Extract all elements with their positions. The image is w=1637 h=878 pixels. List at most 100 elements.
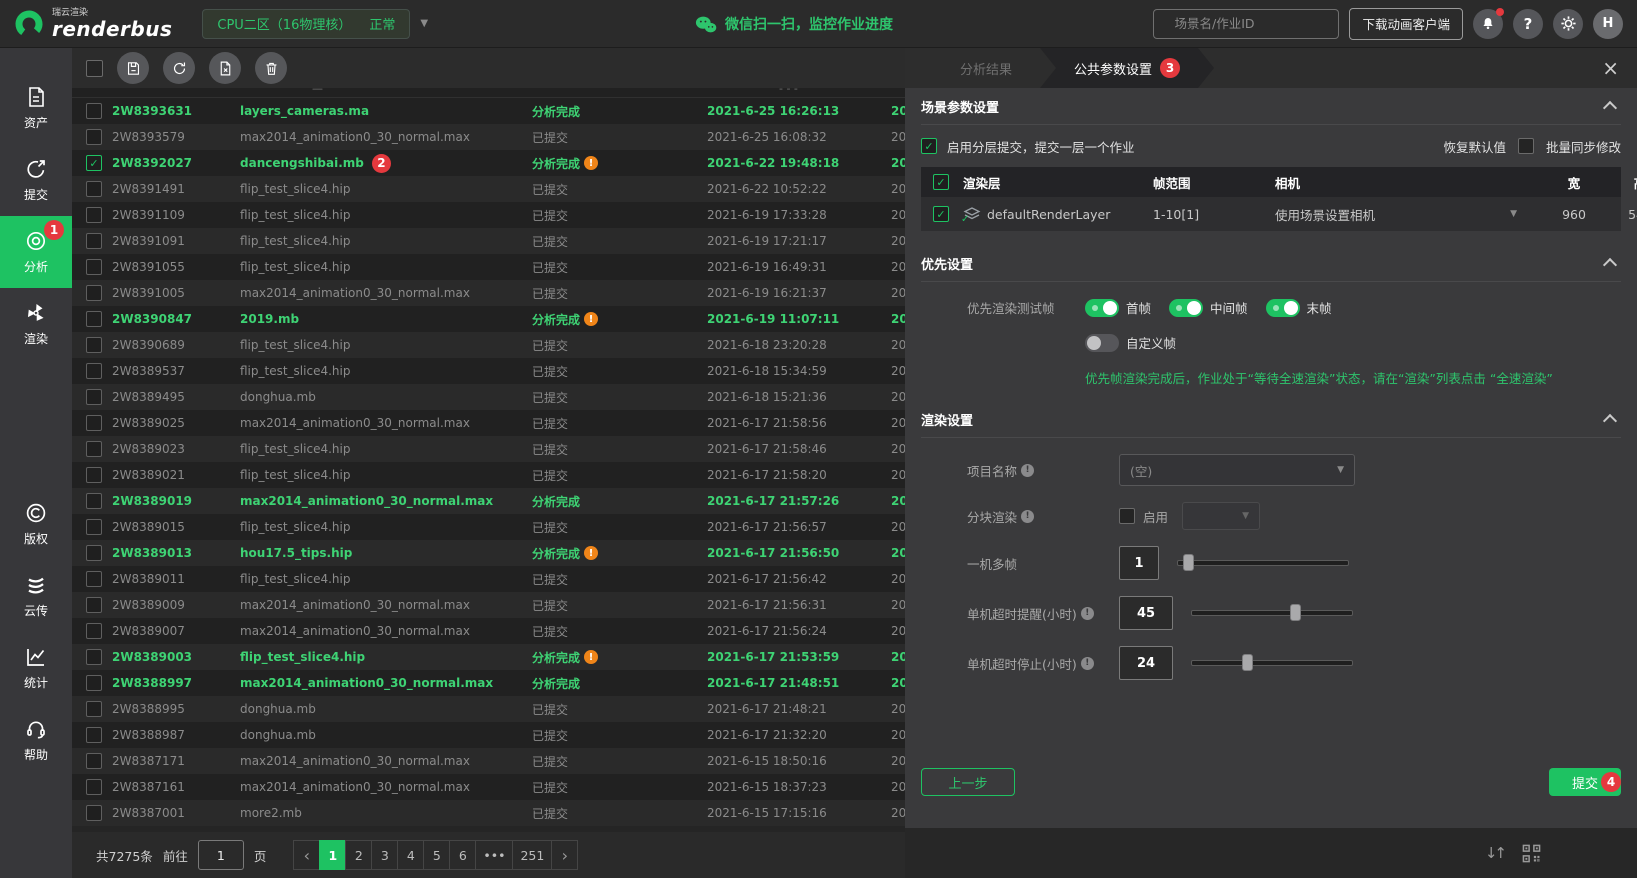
row-checkbox[interactable]	[86, 701, 102, 717]
chevron-up-icon[interactable]	[1603, 101, 1617, 115]
row-checkbox[interactable]	[86, 753, 102, 769]
download-client-button[interactable]: 下载动画客户端	[1349, 8, 1463, 40]
table-row[interactable]: 2W8391055flip_test_slice4.hip已提交2021-6-1…	[72, 254, 905, 280]
table-row[interactable]: 2W8389021flip_test_slice4.hip已提交2021-6-1…	[72, 462, 905, 488]
priority-section-header[interactable]: 优先设置	[921, 245, 1621, 282]
cancel-job-button[interactable]	[209, 52, 241, 84]
prev-page-button[interactable]: ‹	[293, 840, 320, 870]
row-checkbox[interactable]	[86, 441, 102, 457]
table-row[interactable]: 2W8389003flip_test_slice4.hip分析完成!2021-6…	[72, 644, 905, 670]
table-row[interactable]: 2W8391005max2014_animation0_30_normal.ma…	[72, 280, 905, 306]
table-row[interactable]: 2W8390689flip_test_slice4.hip已提交2021-6-1…	[72, 332, 905, 358]
help-button[interactable]: ?	[1513, 9, 1543, 39]
page-button[interactable]: 2	[345, 840, 372, 870]
save-job-button[interactable]	[117, 52, 149, 84]
row-checkbox[interactable]	[86, 389, 102, 405]
sidebar-item-analyze[interactable]: 分析 1	[0, 216, 72, 288]
sidebar-item-assets[interactable]: 资产	[0, 72, 72, 144]
page-ellipsis-button[interactable]: •••	[475, 840, 513, 870]
page-button[interactable]: 1	[319, 840, 346, 870]
settings-button[interactable]	[1553, 9, 1583, 39]
goto-page-input[interactable]	[198, 840, 244, 870]
row-checkbox[interactable]	[86, 779, 102, 795]
row-checkbox[interactable]	[86, 623, 102, 639]
scene-params-section-header[interactable]: 场景参数设置	[921, 88, 1621, 125]
camera-select[interactable]: 使用场景设置相机 ▼	[1275, 205, 1541, 224]
zone-dropdown-caret-icon[interactable]: ▼	[420, 18, 428, 29]
table-row[interactable]: 2W83908472019.mb分析完成!2021-6-19 11:07:112…	[72, 306, 905, 332]
delete-job-button[interactable]	[255, 52, 287, 84]
sidebar-item-help[interactable]: 帮助	[0, 704, 72, 776]
close-icon[interactable]: ×	[1602, 58, 1619, 78]
first-frame-toggle[interactable]	[1085, 299, 1119, 317]
row-checkbox[interactable]	[86, 285, 102, 301]
row-checkbox[interactable]	[86, 545, 102, 561]
row-checkbox[interactable]	[86, 493, 102, 509]
reanalyze-button[interactable]	[163, 52, 195, 84]
table-row[interactable]: 2W8389007max2014_animation0_30_normal.ma…	[72, 618, 905, 644]
table-row[interactable]: 2W8389025max2014_animation0_30_normal.ma…	[72, 410, 905, 436]
tab-analysis-result[interactable]: 分析结果	[960, 59, 1012, 78]
chevron-up-icon[interactable]	[1603, 258, 1617, 272]
page-button[interactable]: 4	[397, 840, 424, 870]
row-checkbox[interactable]: ✓	[86, 155, 102, 171]
row-checkbox[interactable]	[86, 675, 102, 691]
row-checkbox[interactable]	[86, 727, 102, 743]
transfer-list-icon[interactable]: ↓↑	[1485, 844, 1504, 862]
table-row[interactable]: 2W8387161max2014_animation0_30_normal.ma…	[72, 774, 905, 800]
table-row[interactable]: 2W8391091flip_test_slice4.hip已提交2021-6-1…	[72, 228, 905, 254]
tab-common-params[interactable]: 公共参数设置 3	[1040, 48, 1214, 88]
row-checkbox[interactable]	[86, 259, 102, 275]
row-checkbox[interactable]	[86, 311, 102, 327]
sidebar-item-submit[interactable]: 提交	[0, 144, 72, 216]
row-checkbox[interactable]	[86, 805, 102, 821]
timeout-stop-slider[interactable]	[1191, 660, 1353, 666]
table-row[interactable]: 2W8389011flip_test_slice4.hip已提交2021-6-1…	[72, 566, 905, 592]
table-row[interactable]: 2W8393631layers_cameras.ma分析完成2021-6-25 …	[72, 98, 905, 124]
multiframe-slider[interactable]	[1177, 560, 1349, 566]
table-row[interactable]: 2W8391109flip_test_slice4.hip已提交2021-6-1…	[72, 202, 905, 228]
table-row[interactable]: 2W8389495donghua.mb已提交2021-6-18 15:21:36…	[72, 384, 905, 410]
page-button[interactable]: 251	[512, 840, 552, 870]
table-row[interactable]: 2W8389009max2014_animation0_30_normal.ma…	[72, 592, 905, 618]
row-checkbox[interactable]	[86, 207, 102, 223]
render-settings-section-header[interactable]: 渲染设置	[921, 401, 1621, 438]
width-value[interactable]: 960	[1541, 207, 1607, 222]
table-row[interactable]: 2W8391491flip_test_slice4.hip已提交2021-6-2…	[72, 176, 905, 202]
middle-frame-toggle[interactable]	[1169, 299, 1203, 317]
last-frame-toggle[interactable]	[1266, 299, 1300, 317]
layer-row-checkbox[interactable]: ✓	[933, 206, 949, 222]
row-checkbox[interactable]	[86, 519, 102, 535]
table-row[interactable]: 2W8389537flip_test_slice4.hip已提交2021-6-1…	[72, 358, 905, 384]
row-checkbox[interactable]	[86, 571, 102, 587]
layer-table-row[interactable]: ✓ ✓ defaultRenderLayer 1-10[1] 使用场景设置相机 …	[921, 197, 1621, 231]
page-button[interactable]: 5	[423, 840, 450, 870]
cluster-zone-selector[interactable]: CPU二区（16物理核） 正常	[202, 9, 410, 39]
chevron-up-icon[interactable]	[1603, 414, 1617, 428]
search-input[interactable]	[1172, 15, 1332, 32]
select-all-checkbox[interactable]	[86, 60, 103, 77]
frame-range-value[interactable]: 1-10[1]	[1153, 207, 1275, 222]
user-avatar[interactable]: H	[1593, 9, 1623, 39]
qr-code-icon[interactable]	[1522, 844, 1541, 863]
timeout-stop-input[interactable]	[1119, 646, 1173, 680]
sidebar-item-cloud-transfer[interactable]: 云传	[0, 560, 72, 632]
restore-defaults-link[interactable]: 恢复默认值	[1443, 137, 1506, 156]
table-row[interactable]: 2W8387171max2014_animation0_30_normal.ma…	[72, 748, 905, 774]
table-row[interactable]: 2W8393579max2014_animation0_30_normal.ma…	[72, 124, 905, 150]
table-row[interactable]: 2W8389023flip_test_slice4.hip已提交2021-6-1…	[72, 436, 905, 462]
next-page-button[interactable]: ›	[551, 840, 578, 870]
row-checkbox[interactable]	[86, 129, 102, 145]
sidebar-item-copyright[interactable]: 版权	[0, 488, 72, 560]
slider-handle[interactable]	[1183, 554, 1194, 571]
row-checkbox[interactable]	[86, 337, 102, 353]
table-row[interactable]: 2W8388997max2014_animation0_30_normal.ma…	[72, 670, 905, 696]
wechat-banner[interactable]: 微信扫一扫，监控作业进度	[695, 0, 893, 48]
table-row[interactable]: 2W8387001more2.mb已提交2021-6-15 17:15:1620	[72, 800, 905, 826]
brand-logo[interactable]: 瑞云渲染 renderbus	[14, 9, 172, 39]
custom-frame-toggle[interactable]	[1085, 334, 1119, 352]
table-row[interactable]: ✓2W8392027dancengshibai.mb2分析完成!2021-6-2…	[72, 150, 905, 176]
table-row[interactable]: 2W8388987donghua.mb已提交2021-6-17 21:32:20…	[72, 722, 905, 748]
slider-handle[interactable]	[1290, 604, 1301, 621]
height-value[interactable]: 540	[1607, 207, 1637, 222]
